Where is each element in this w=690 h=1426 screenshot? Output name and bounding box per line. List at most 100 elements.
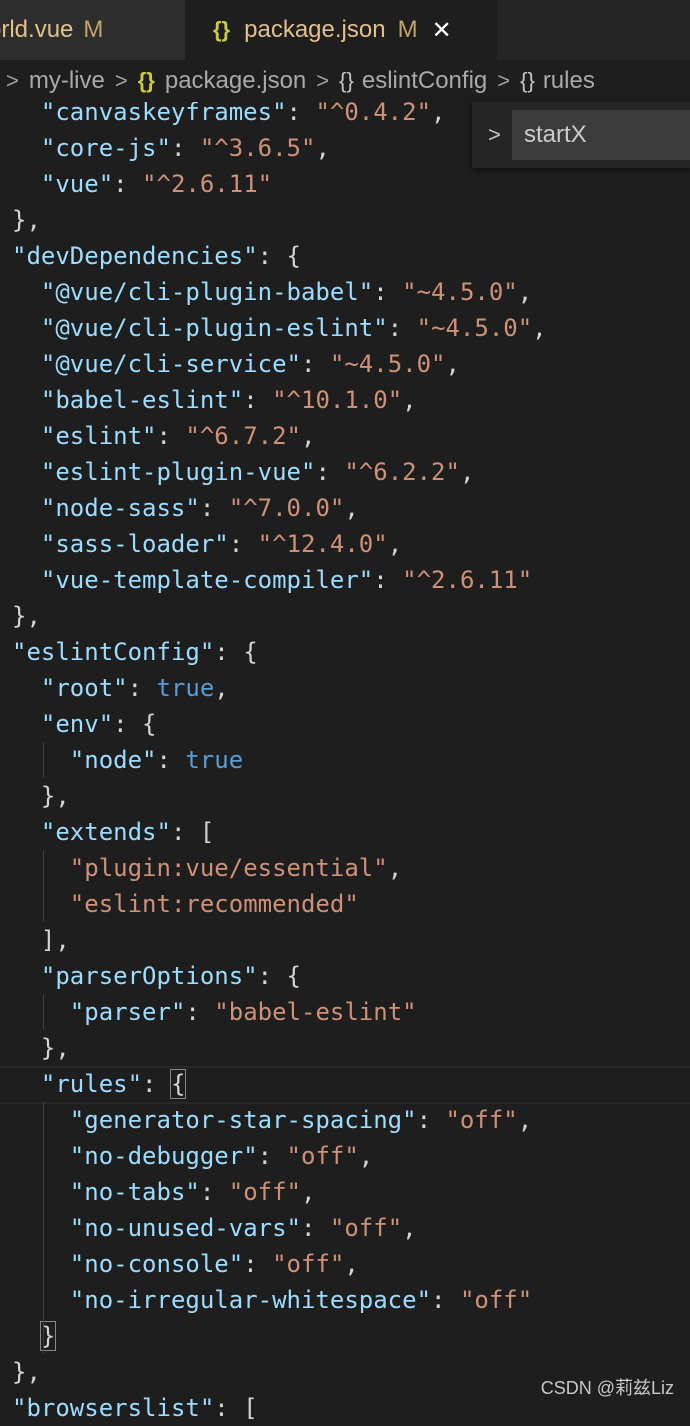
- breadcrumb-item-my-live[interactable]: my-live: [29, 67, 105, 95]
- json-string: "eslint:recommended": [69, 890, 359, 918]
- punctuation: : {: [257, 242, 301, 270]
- punctuation: :: [315, 458, 345, 486]
- json-key: "@vue/cli-service": [40, 350, 301, 378]
- punctuation: },: [12, 206, 41, 234]
- json-key: "no-unused-vars": [69, 1214, 301, 1242]
- json-key: "vue-template-compiler": [40, 566, 374, 594]
- code-line: "devDependencies": {: [12, 238, 301, 274]
- punctuation: ,: [517, 278, 533, 306]
- tab-label: package.json: [244, 16, 386, 43]
- json-file-icon: {}: [137, 68, 155, 93]
- punctuation: ,: [402, 386, 417, 414]
- json-key: "no-debugger": [69, 1142, 258, 1170]
- json-string: "off": [228, 1178, 301, 1206]
- json-string: "^7.0.0": [228, 494, 345, 522]
- editor-code-area[interactable]: "canvaskeyframes": "^0.4.2", "core-js": "…: [0, 0, 690, 1422]
- code-line: "extends": [: [41, 814, 214, 850]
- code-line: "no-tabs": "off",: [70, 1174, 316, 1210]
- json-string: "^6.7.2": [185, 422, 301, 450]
- json-key: "canvaskeyframes": [40, 98, 287, 126]
- code-line: "@vue/cli-plugin-babel": "~4.5.0",: [41, 274, 532, 310]
- find-input[interactable]: startX: [512, 110, 690, 160]
- modified-badge: M: [397, 16, 418, 43]
- code-line: "env": {: [41, 706, 157, 742]
- tab-package-json[interactable]: {} package.json M ✕: [185, 0, 497, 60]
- code-line: "eslint:recommended": [70, 886, 359, 922]
- code-line: },: [12, 1354, 41, 1390]
- json-key: "extends": [40, 818, 171, 846]
- json-string: "^2.6.11": [402, 566, 533, 594]
- punctuation: ,: [445, 350, 460, 378]
- punctuation: :: [156, 422, 186, 450]
- json-string: "babel-eslint": [214, 998, 417, 1026]
- json-string: "off": [329, 1214, 403, 1242]
- code-line: },: [12, 598, 41, 634]
- punctuation: },: [40, 1034, 70, 1062]
- modified-badge: M: [83, 16, 104, 43]
- toggle-replace-chevron-icon[interactable]: >: [488, 122, 501, 148]
- punctuation: ,: [344, 1250, 359, 1278]
- indent-guide: [42, 850, 44, 922]
- punctuation: :: [286, 98, 316, 126]
- tab-helloworld-vue[interactable]: orld.vue M: [0, 0, 185, 60]
- tab-label: orld.vue: [0, 16, 74, 43]
- json-boolean: true: [185, 746, 244, 774]
- indent-guide: [42, 742, 44, 778]
- json-key: "no-tabs": [69, 1178, 200, 1206]
- punctuation: :: [431, 1286, 460, 1314]
- close-icon[interactable]: ✕: [432, 16, 452, 45]
- code-line: },: [41, 1030, 70, 1066]
- json-key: "node": [69, 746, 157, 774]
- punctuation: ,: [315, 134, 330, 162]
- code-line: "parserOptions": {: [41, 958, 301, 994]
- json-key: "no-irregular-whitespace": [69, 1286, 432, 1314]
- json-key: "@vue/cli-plugin-eslint": [40, 314, 388, 342]
- code-line: "rules": {: [40, 1066, 187, 1102]
- punctuation: ,: [301, 1178, 316, 1206]
- json-key: "env": [40, 710, 114, 738]
- json-file-icon: {}: [213, 17, 231, 42]
- punctuation: :: [243, 1250, 273, 1278]
- punctuation: ,: [387, 854, 403, 882]
- json-string: "^3.6.5": [199, 134, 316, 162]
- punctuation: },: [12, 1358, 41, 1386]
- code-line: "node-sass": "^7.0.0",: [41, 490, 359, 526]
- punctuation: :: [300, 1214, 330, 1242]
- watermark: CSDN @莉兹Liz: [540, 1378, 674, 1398]
- punctuation: },: [40, 782, 70, 810]
- json-string: "off": [445, 1106, 518, 1134]
- json-key: "core-js": [40, 134, 171, 162]
- code-line: "browserslist": [: [12, 1390, 258, 1426]
- json-key: "root": [40, 674, 128, 702]
- punctuation: :: [300, 350, 330, 378]
- json-key: "node-sass": [40, 494, 200, 522]
- breadcrumb-item-rules[interactable]: rules: [543, 67, 595, 95]
- punctuation: :: [170, 134, 200, 162]
- code-line: "@vue/cli-service": "~4.5.0",: [41, 346, 460, 382]
- json-string: "off": [286, 1142, 359, 1170]
- punctuation: ,: [431, 98, 446, 126]
- code-line: "root": true,: [41, 670, 229, 706]
- json-key: "rules": [40, 1070, 143, 1098]
- punctuation: : {: [257, 962, 301, 990]
- punctuation: :: [243, 386, 273, 414]
- json-string: "^6.2.2": [344, 458, 460, 486]
- breadcrumb-item-package-json[interactable]: package.json: [165, 67, 306, 95]
- chevron-right-icon: >: [497, 68, 511, 93]
- punctuation: :: [185, 998, 215, 1026]
- chevron-right-icon: >: [316, 68, 330, 93]
- punctuation: ,: [459, 458, 475, 486]
- json-key: "parserOptions": [40, 962, 258, 990]
- json-key: "sass-loader": [40, 530, 229, 558]
- punctuation: ,: [344, 494, 359, 522]
- punctuation: ,: [387, 530, 403, 558]
- code-line: "eslintConfig": {: [12, 634, 258, 670]
- breadcrumb-item-eslintconfig[interactable]: eslintConfig: [362, 67, 487, 95]
- punctuation: :: [387, 314, 417, 342]
- json-key: "eslint": [40, 422, 157, 450]
- chevron-right-icon: >: [6, 68, 19, 93]
- punctuation: ,: [402, 1214, 417, 1242]
- indent-guide: [42, 994, 44, 1030]
- json-key: "babel-eslint": [40, 386, 244, 414]
- punctuation: : [: [214, 1394, 258, 1422]
